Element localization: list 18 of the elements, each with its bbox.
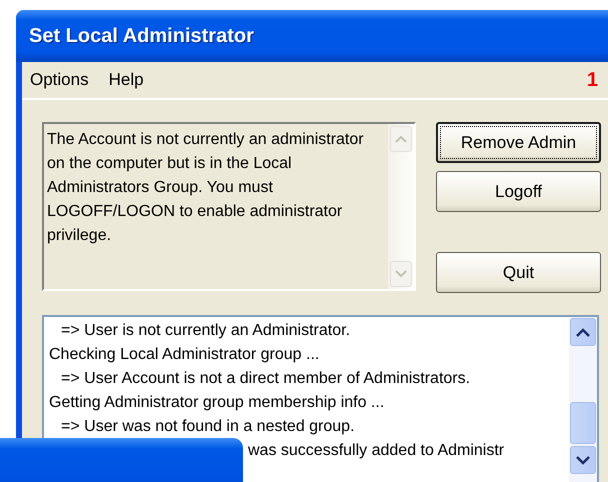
dialog-button[interactable]: Quit xyxy=(436,252,601,293)
scroll-up-icon[interactable] xyxy=(570,318,596,346)
scroll-down-icon[interactable] xyxy=(570,446,596,474)
scrollbar[interactable] xyxy=(569,317,597,482)
menu-item[interactable]: Help xyxy=(108,70,144,90)
dialog-button[interactable]: Remove Admin xyxy=(436,122,601,163)
log-line: => User was not found in a nested group. xyxy=(60,417,356,437)
message-text: The Account is not currently an administrator on the computer but is in the Local Administrators Group. You must LOGOFF/LOGON to enable administrator privilege. xyxy=(46,130,365,246)
log-line: was successfully added to Administr xyxy=(247,441,506,461)
annotation-number: 1 xyxy=(586,68,598,92)
log-line: => User is not currently an Administrator. xyxy=(60,321,352,341)
log-line: => User Account is not a direct member of Administrators. xyxy=(60,369,472,389)
scroll-thumb[interactable] xyxy=(570,402,596,444)
window-title: Set Local Administrator xyxy=(29,24,254,48)
menu-item[interactable]: Options xyxy=(30,70,89,90)
log-line: Checking Local Administrator group ... xyxy=(49,345,320,365)
log-line: Getting Administrator group membership info ... xyxy=(49,393,386,413)
dialog-button[interactable]: Logoff xyxy=(436,171,601,212)
